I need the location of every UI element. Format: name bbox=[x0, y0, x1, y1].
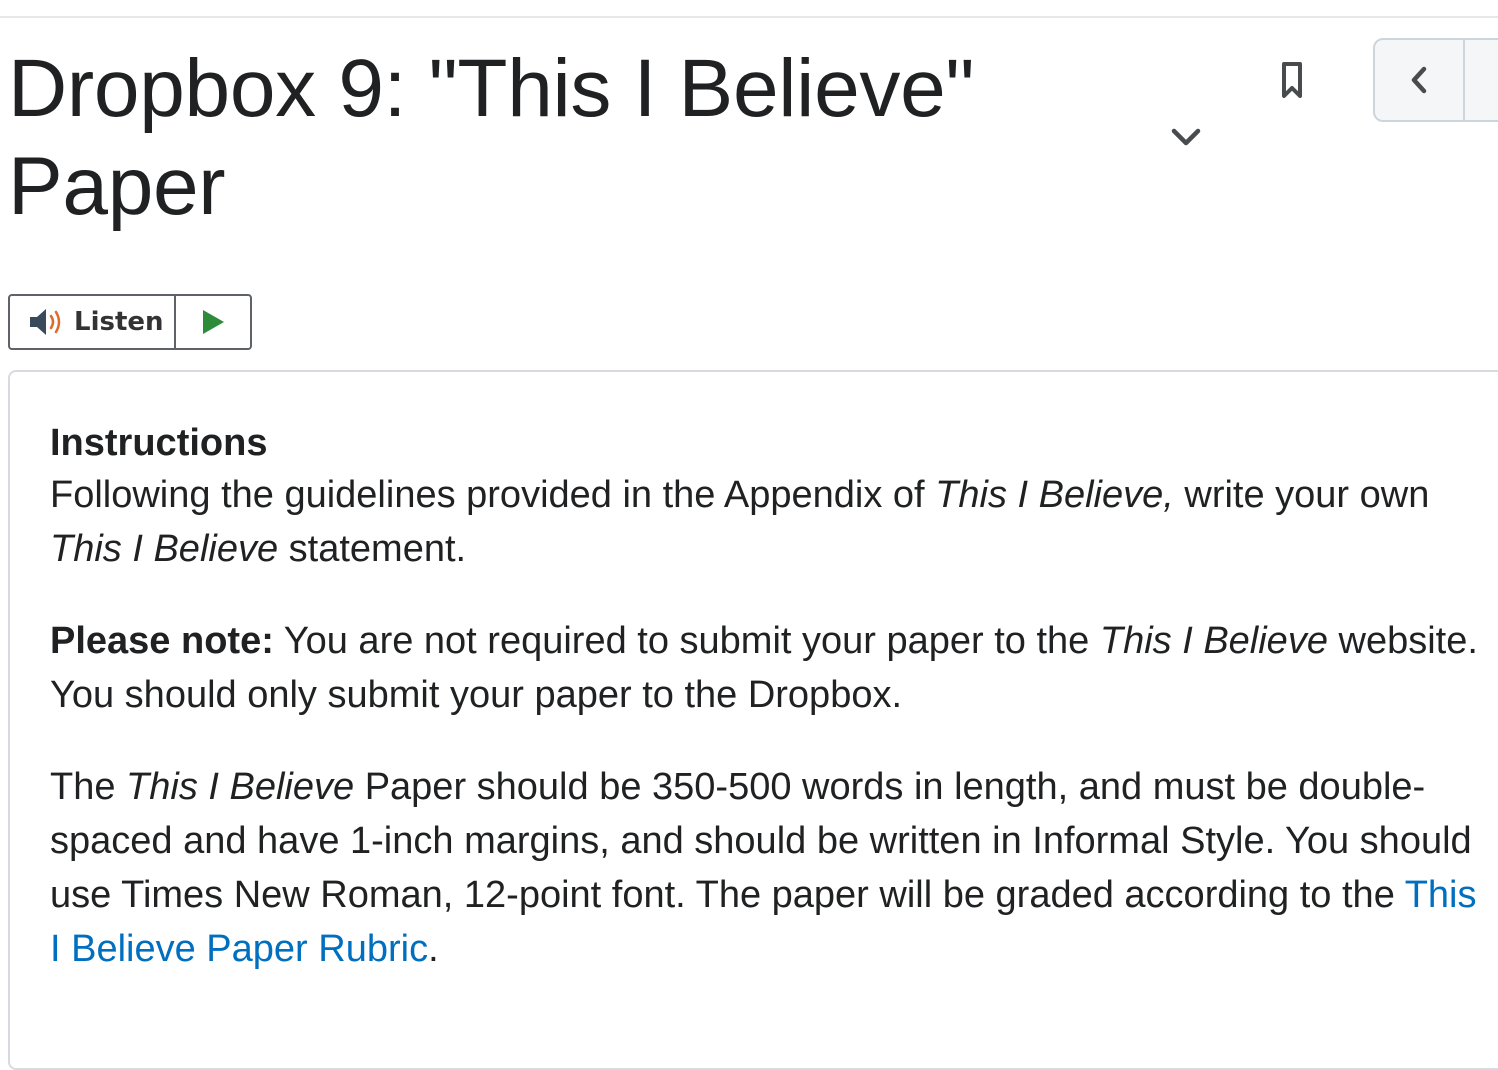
instructions-heading: Instructions bbox=[50, 422, 268, 464]
instructions-paragraph-1: Following the guidelines provided in the… bbox=[50, 468, 1496, 576]
chevron-down-icon[interactable] bbox=[1168, 120, 1204, 154]
top-divider bbox=[0, 16, 1498, 18]
bookmark-icon[interactable] bbox=[1278, 60, 1306, 102]
topic-navigation bbox=[1373, 38, 1498, 122]
instructions-paragraph-3: The This I Believe Paper should be 350-5… bbox=[50, 760, 1496, 976]
topic-content: Instructions Following the guidelines pr… bbox=[50, 418, 1496, 1014]
text-run: The bbox=[50, 766, 127, 808]
book-title: This I Believe bbox=[1099, 620, 1328, 662]
page-title: Dropbox 9: "This I Believe" Paper bbox=[8, 43, 975, 232]
text-run: . bbox=[428, 928, 439, 970]
text-run: write your own bbox=[1173, 474, 1430, 516]
book-title: This I Believe bbox=[126, 766, 355, 808]
text-run: You are not required to submit your pape… bbox=[273, 620, 1100, 662]
chevron-left-icon bbox=[1411, 66, 1427, 94]
book-title: This I Believe bbox=[50, 528, 279, 570]
listen-button[interactable]: Listen bbox=[10, 296, 176, 348]
note-label: Please note: bbox=[50, 620, 274, 662]
instructions-paragraph-2: Please note: You are not required to sub… bbox=[50, 614, 1496, 722]
listen-label: Listen bbox=[74, 307, 164, 337]
text-run: Following the guidelines provided in the… bbox=[50, 474, 936, 516]
listen-widget: Listen bbox=[8, 294, 252, 350]
next-topic-button[interactable] bbox=[1465, 40, 1498, 120]
play-button[interactable] bbox=[176, 296, 250, 348]
play-icon bbox=[203, 310, 224, 334]
text-run: statement. bbox=[278, 528, 467, 570]
speaker-icon bbox=[30, 309, 61, 335]
previous-topic-button[interactable] bbox=[1375, 40, 1465, 120]
book-title: This I Believe, bbox=[935, 474, 1174, 516]
